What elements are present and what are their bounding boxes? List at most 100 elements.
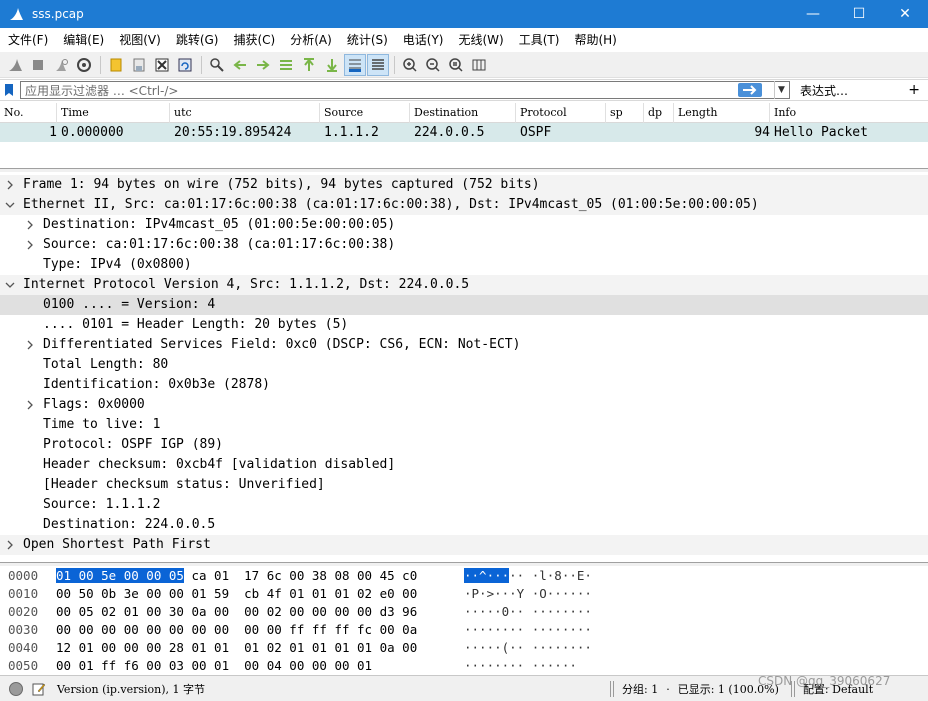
first-packet-arrow-icon[interactable] bbox=[298, 54, 320, 76]
menu-capture[interactable]: 捕获(C) bbox=[227, 28, 281, 52]
hex-bytes[interactable]: 00 00 00 00 00 00 00 00 00 00 ff ff ff f… bbox=[56, 621, 417, 639]
column-time[interactable]: Time bbox=[57, 103, 170, 123]
chevron-right-icon[interactable] bbox=[4, 175, 16, 195]
hex-line[interactable]: 0050 00 01 ff f6 00 03 00 01 00 04 00 00 … bbox=[0, 657, 928, 675]
autoscroll-icon[interactable] bbox=[344, 53, 366, 76]
expression-button[interactable]: 表达式… bbox=[800, 82, 848, 99]
hex-ascii-highlight[interactable]: ··^··· bbox=[464, 568, 510, 583]
menu-edit[interactable]: 编辑(E) bbox=[57, 28, 110, 52]
chevron-down-icon[interactable] bbox=[4, 195, 16, 215]
menu-wireless[interactable]: 无线(W) bbox=[453, 28, 510, 52]
save-file-icon[interactable] bbox=[128, 54, 150, 76]
hex-bytes[interactable]: 00 05 02 01 00 30 0a 00 00 02 00 00 00 0… bbox=[56, 603, 417, 621]
zoom-in-icon[interactable] bbox=[399, 54, 421, 76]
detail-row[interactable]: [Header checksum status: Unverified] bbox=[0, 475, 928, 495]
menu-view[interactable]: 视图(V) bbox=[113, 28, 167, 52]
pane-splitter[interactable] bbox=[0, 168, 928, 172]
go-forward-arrow-icon[interactable] bbox=[252, 54, 274, 76]
hex-ascii[interactable]: ·P·>···Y ·O······ bbox=[464, 585, 592, 603]
detail-row[interactable]: 0100 .... = Version: 4 bbox=[0, 295, 928, 315]
find-packet-icon[interactable] bbox=[206, 54, 228, 76]
hex-bytes[interactable]: 00 50 0b 3e 00 00 01 59 cb 4f 01 01 01 0… bbox=[56, 585, 417, 603]
menu-telephony[interactable]: 电话(Y) bbox=[397, 28, 450, 52]
hex-line[interactable]: 0010 00 50 0b 3e 00 00 01 59 cb 4f 01 01 … bbox=[0, 585, 928, 603]
hex-ascii[interactable]: ········ ······ bbox=[464, 657, 577, 675]
hex-ascii[interactable]: ··^····· ·l·8··E· bbox=[464, 567, 592, 585]
detail-row[interactable]: Differentiated Services Field: 0xc0 (DSC… bbox=[0, 335, 928, 355]
hex-bytes[interactable]: 01 00 5e 00 00 05 ca 01 17 6c 00 38 08 0… bbox=[56, 567, 417, 585]
hex-ascii[interactable]: ·····(·· ········ bbox=[464, 639, 592, 657]
chevron-right-icon[interactable] bbox=[4, 535, 16, 555]
hex-line[interactable]: 0030 00 00 00 00 00 00 00 00 00 00 ff ff … bbox=[0, 621, 928, 639]
capture-options-gear-icon[interactable] bbox=[73, 54, 95, 76]
detail-row[interactable]: Total Length: 80 bbox=[0, 355, 928, 375]
detail-row[interactable]: Destination: 224.0.0.5 bbox=[0, 515, 928, 535]
minimize-button[interactable]: — bbox=[790, 0, 836, 28]
detail-row[interactable]: Protocol: OSPF IGP (89) bbox=[0, 435, 928, 455]
column-length[interactable]: Length bbox=[674, 103, 770, 123]
chevron-right-icon[interactable] bbox=[24, 335, 36, 355]
filter-history-dropdown[interactable]: ▼ bbox=[774, 81, 788, 99]
detail-row[interactable]: Source: 1.1.1.2 bbox=[0, 495, 928, 515]
column-protocol[interactable]: Protocol bbox=[516, 103, 606, 123]
apply-filter-arrow-icon[interactable] bbox=[738, 83, 762, 97]
hex-line[interactable]: 0000 01 00 5e 00 00 05 ca 01 17 6c 00 38 … bbox=[0, 567, 928, 585]
detail-row[interactable]: Type: IPv4 (0x0800) bbox=[0, 255, 928, 275]
start-capture-fin-icon[interactable] bbox=[4, 54, 26, 76]
hex-ascii[interactable]: ·····0·· ········ bbox=[464, 603, 592, 621]
reload-file-icon[interactable] bbox=[174, 54, 196, 76]
go-back-arrow-icon[interactable] bbox=[229, 54, 251, 76]
restart-capture-icon[interactable] bbox=[50, 54, 72, 76]
close-file-icon[interactable] bbox=[151, 54, 173, 76]
hex-ascii[interactable]: ········ ········ bbox=[464, 621, 592, 639]
column-dp[interactable]: dp bbox=[644, 103, 674, 123]
close-button[interactable]: ✕ bbox=[882, 0, 928, 28]
column-sp[interactable]: sp bbox=[606, 103, 644, 123]
menu-tools[interactable]: 工具(T) bbox=[513, 28, 566, 52]
hex-bytes[interactable]: 00 01 ff f6 00 03 00 01 00 04 00 00 00 0… bbox=[56, 657, 372, 675]
edit-comment-icon[interactable] bbox=[31, 681, 47, 697]
chevron-right-icon[interactable] bbox=[24, 235, 36, 255]
detail-row[interactable]: .... 0101 = Header Length: 20 bytes (5) bbox=[0, 315, 928, 335]
zoom-out-icon[interactable] bbox=[422, 54, 444, 76]
chevron-right-icon[interactable] bbox=[24, 395, 36, 415]
detail-row[interactable]: Flags: 0x0000 bbox=[0, 395, 928, 415]
hex-bytes-highlight[interactable]: 01 00 5e 00 00 05 bbox=[56, 568, 184, 583]
detail-row[interactable]: Ethernet II, Src: ca:01:17:6c:00:38 (ca:… bbox=[0, 195, 928, 215]
detail-row[interactable]: Time to live: 1 bbox=[0, 415, 928, 435]
display-filter-input[interactable]: 应用显示过滤器 … <Ctrl-/> bbox=[20, 81, 790, 99]
colorize-icon[interactable] bbox=[367, 53, 389, 76]
menu-file[interactable]: 文件(F) bbox=[2, 28, 54, 52]
detail-row[interactable]: Internet Protocol Version 4, Src: 1.1.1.… bbox=[0, 275, 928, 295]
column-source[interactable]: Source bbox=[320, 103, 410, 123]
menu-go[interactable]: 跳转(G) bbox=[170, 28, 225, 52]
resize-columns-icon[interactable] bbox=[468, 54, 490, 76]
column-no[interactable]: No. bbox=[0, 103, 57, 123]
add-filter-button[interactable]: + bbox=[908, 82, 920, 98]
column-destination[interactable]: Destination bbox=[410, 103, 516, 123]
last-packet-arrow-icon[interactable] bbox=[321, 54, 343, 76]
hex-bytes[interactable]: 12 01 00 00 00 28 01 01 01 02 01 01 01 0… bbox=[56, 639, 417, 657]
detail-row[interactable]: Destination: IPv4mcast_05 (01:00:5e:00:0… bbox=[0, 215, 928, 235]
hex-line[interactable]: 0040 12 01 00 00 00 28 01 01 01 02 01 01 … bbox=[0, 639, 928, 657]
chevron-down-icon[interactable] bbox=[4, 275, 16, 295]
hex-line[interactable]: 0020 00 05 02 01 00 30 0a 00 00 02 00 00 … bbox=[0, 603, 928, 621]
zoom-reset-icon[interactable] bbox=[445, 54, 467, 76]
detail-row[interactable]: Frame 1: 94 bytes on wire (752 bits), 94… bbox=[0, 175, 928, 195]
menu-analyze[interactable]: 分析(A) bbox=[284, 28, 338, 52]
column-info[interactable]: Info bbox=[770, 103, 928, 123]
open-file-icon[interactable] bbox=[105, 54, 127, 76]
chevron-right-icon[interactable] bbox=[24, 215, 36, 235]
detail-row[interactable]: Identification: 0x0b3e (2878) bbox=[0, 375, 928, 395]
column-utc[interactable]: utc bbox=[170, 103, 320, 123]
go-to-packet-icon[interactable] bbox=[275, 54, 297, 76]
detail-row[interactable]: Source: ca:01:17:6c:00:38 (ca:01:17:6c:0… bbox=[0, 235, 928, 255]
stop-capture-icon[interactable] bbox=[27, 54, 49, 76]
expert-info-icon[interactable] bbox=[9, 681, 23, 696]
packet-row[interactable]: 1 0.000000 20:55:19.895424 1.1.1.2 224.0… bbox=[0, 123, 928, 142]
menu-statistics[interactable]: 统计(S) bbox=[341, 28, 394, 52]
status-grip[interactable] bbox=[610, 681, 614, 697]
maximize-button[interactable]: ☐ bbox=[836, 0, 882, 28]
bookmark-icon[interactable] bbox=[2, 81, 16, 99]
detail-row[interactable]: Open Shortest Path First bbox=[0, 535, 928, 555]
